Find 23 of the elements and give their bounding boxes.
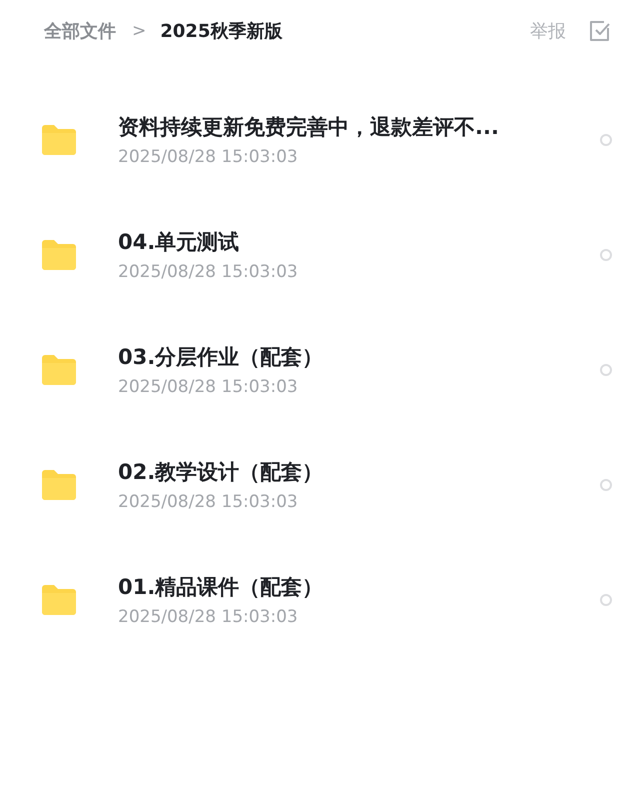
modified-date: 2025/08/28 15:03:03: [118, 262, 299, 282]
breadcrumb-current: 2025秋季新版: [160, 20, 282, 43]
modified-date: 2025/08/28 15:03:03: [118, 146, 299, 166]
folder-name[interactable]: 资料持续更新免费完善中，退款差评不...: [118, 112, 600, 140]
modified-date: 2025/08/28 15:03:03: [118, 376, 299, 396]
select-radio[interactable]: [600, 594, 612, 606]
folder-icon: [40, 584, 78, 616]
folder-name[interactable]: 01.精品课件（配套）: [118, 572, 600, 600]
folder-name[interactable]: 04.单元测试: [118, 228, 600, 256]
folder-icon: [40, 468, 78, 500]
folder-name[interactable]: 03.分层作业（配套）: [118, 342, 600, 370]
modified-date: 2025/08/28 15:03:03: [118, 492, 299, 512]
modified-date: 2025/08/28 15:03:03: [118, 606, 299, 626]
select-radio[interactable]: [600, 248, 612, 260]
folder-name[interactable]: 02.教学设计（配套）: [118, 458, 600, 486]
checkbox-icon[interactable]: [588, 19, 612, 43]
select-radio[interactable]: [600, 478, 612, 490]
select-radio[interactable]: [600, 364, 612, 376]
folder-icon: [40, 124, 78, 156]
folder-icon: [40, 354, 78, 386]
select-radio[interactable]: [600, 134, 612, 146]
folder-icon: [40, 238, 78, 270]
breadcrumb-separator: >: [132, 21, 146, 41]
